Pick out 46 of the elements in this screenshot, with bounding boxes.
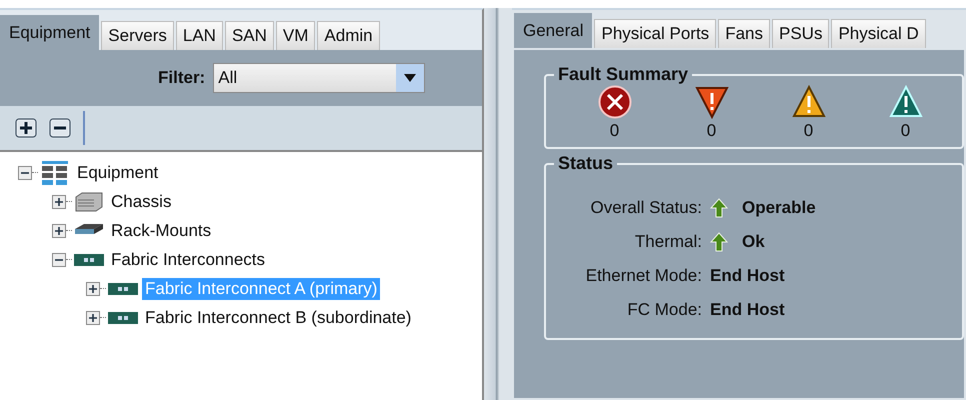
tab[interactable]: Admin (317, 21, 380, 50)
tab[interactable]: LAN (176, 21, 223, 50)
tab[interactable]: General (514, 13, 592, 48)
tab[interactable]: Physical D (831, 19, 926, 48)
expand-icon[interactable] (52, 224, 66, 238)
tree-item[interactable]: Chassis (108, 190, 174, 212)
switch-icon (74, 252, 104, 268)
dropdown-arrow-icon (404, 74, 416, 82)
expand-icon[interactable] (86, 310, 100, 324)
fault-count: 0 (706, 121, 716, 141)
collapse-icon[interactable] (52, 252, 66, 266)
filter-dropdown[interactable]: All (213, 63, 426, 93)
fault-count: 0 (804, 121, 814, 141)
collapse-icon[interactable] (18, 166, 32, 180)
tab[interactable]: Servers (101, 21, 174, 50)
tree-item[interactable]: Rack-Mounts (108, 220, 214, 242)
expand-all-icon[interactable] (15, 118, 37, 138)
status-value: End Host (710, 300, 785, 320)
tab[interactable]: VM (276, 21, 316, 50)
tree-item[interactable]: Equipment (74, 162, 162, 184)
chassis-icon (74, 192, 104, 212)
tab[interactable]: Fans (718, 19, 770, 48)
server-stack-icon (40, 160, 70, 184)
status-label: Ethernet Mode: (584, 266, 702, 286)
tree-item[interactable]: Fabric Interconnect B (subordinate) (142, 306, 414, 328)
status-label: Thermal: (634, 232, 702, 252)
group-title: Status (557, 153, 614, 174)
tab[interactable]: Equipment (0, 15, 100, 50)
status-value: Ok (742, 232, 765, 252)
collapse-all-icon[interactable] (49, 118, 71, 138)
tab[interactable]: SAN (224, 21, 274, 50)
fault-count: 0 (900, 121, 910, 141)
tab[interactable]: Physical Ports (594, 19, 716, 48)
switch-icon (108, 280, 138, 296)
filter-label: Filter: (158, 68, 206, 88)
expand-icon[interactable] (86, 282, 100, 296)
tree-item[interactable]: Fabric Interconnects (108, 248, 268, 270)
expand-icon[interactable] (52, 194, 66, 208)
status-label: FC Mode: (626, 300, 702, 320)
switch-icon (108, 310, 138, 326)
tab[interactable]: PSUs (772, 19, 830, 48)
status-label: Overall Status: (590, 198, 702, 218)
status-value: End Host (710, 266, 785, 286)
status-value: Operable (742, 198, 816, 218)
group-title: Fault Summary (557, 64, 690, 85)
fault-count: 0 (610, 121, 620, 141)
